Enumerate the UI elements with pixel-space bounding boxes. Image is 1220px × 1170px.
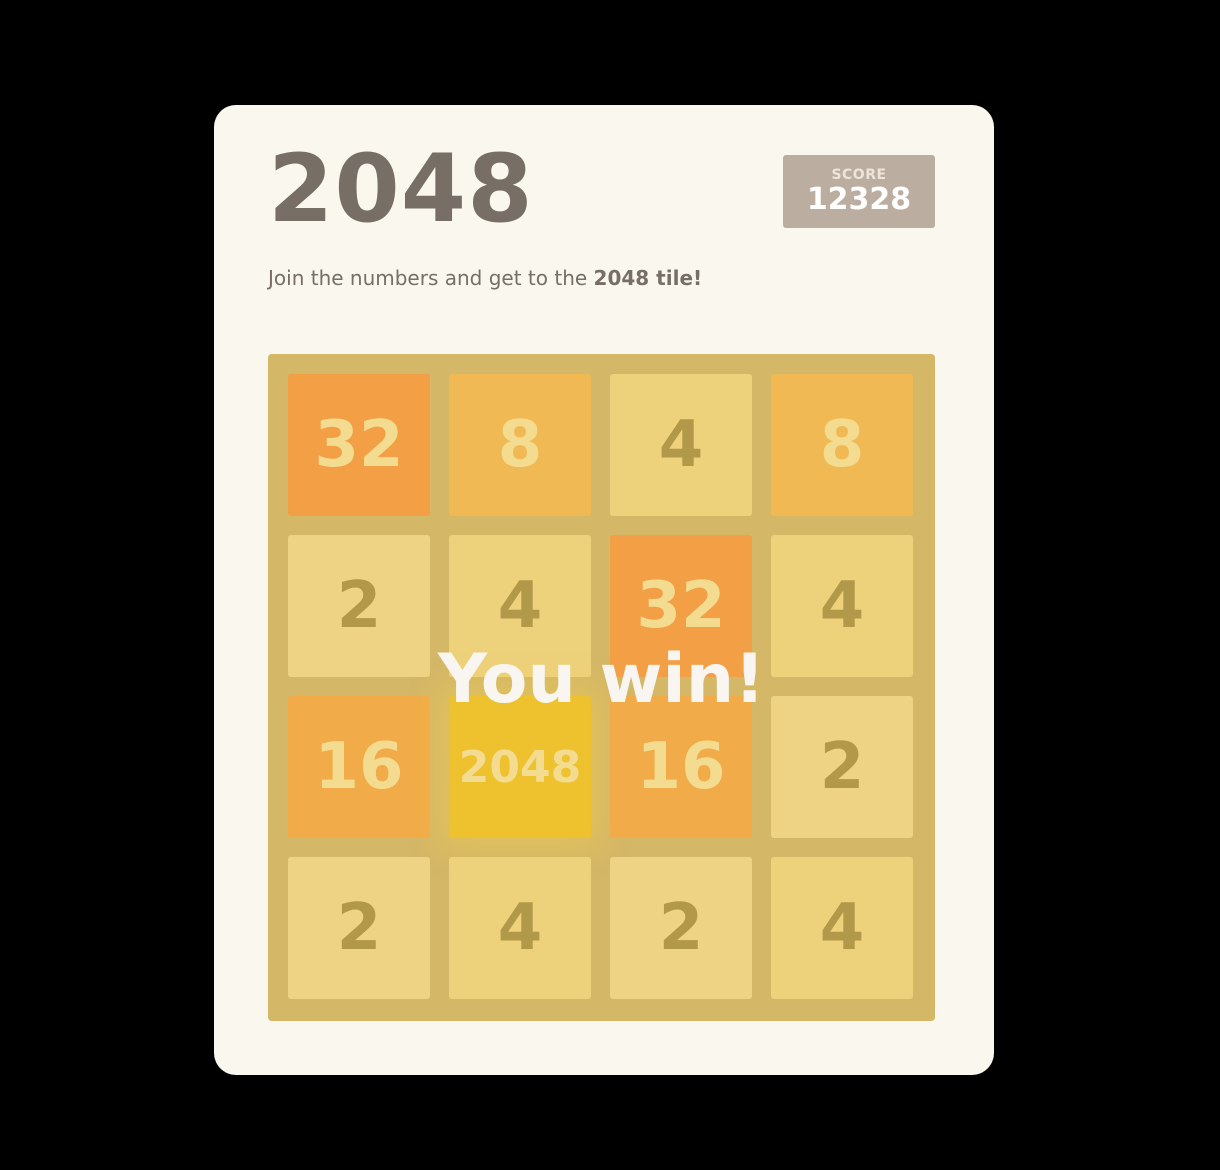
win-message: You win!: [437, 640, 766, 719]
game-intro-bold: 2048 tile!: [593, 266, 703, 290]
score-box: SCORE 12328: [783, 155, 935, 228]
game-intro-text: Join the numbers and get to the: [268, 266, 594, 290]
game-title: 2048: [268, 135, 534, 244]
win-overlay: You win!: [268, 354, 935, 1021]
score-value: 12328: [806, 182, 912, 217]
game-board[interactable]: 32848243241620481622424 You win!: [268, 354, 935, 1021]
game-container: 2048 SCORE 12328 Join the numbers and ge…: [214, 105, 994, 1075]
game-intro: Join the numbers and get to the 2048 til…: [268, 263, 702, 293]
score-label: SCORE: [831, 167, 887, 183]
